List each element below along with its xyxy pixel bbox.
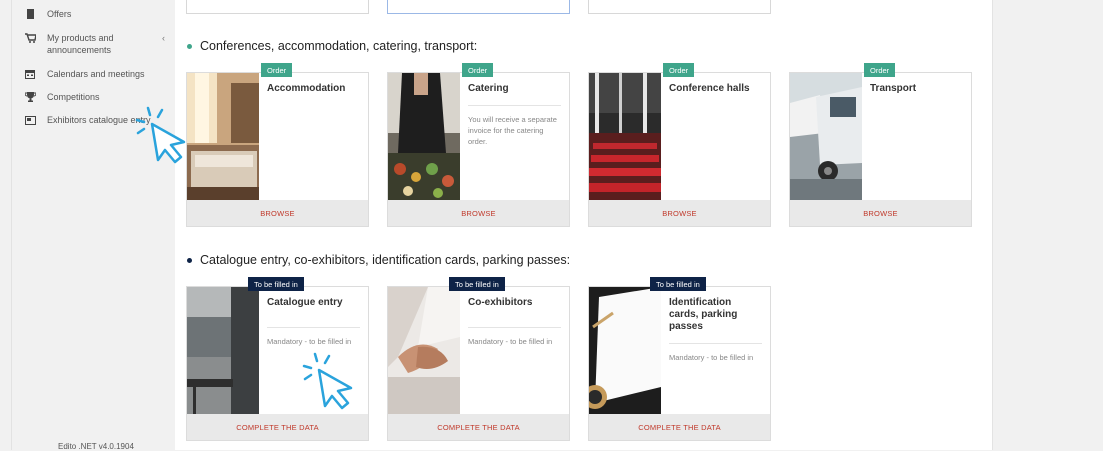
card-conference-halls[interactable]: Order Conference halls BROWSE	[588, 63, 771, 227]
card-title: Accommodation	[267, 83, 346, 94]
right-panel	[992, 0, 1103, 450]
card-catering[interactable]: Order Catering You will receive a separa…	[387, 63, 570, 227]
card-title: Conference halls	[669, 83, 750, 94]
vans-photo	[790, 73, 862, 201]
card-divider	[468, 105, 561, 106]
card-description: Mandatory - to be filled in	[669, 353, 754, 362]
card-transport[interactable]: Order Transport BROWSE	[789, 63, 972, 227]
sidebar-item-label: My products and announcements	[47, 33, 114, 55]
pointer-click-icon	[302, 352, 353, 410]
calendar-icon	[24, 68, 36, 80]
trophy-icon	[24, 91, 36, 103]
card-info: Catering You will receive a separate inv…	[468, 83, 561, 147]
card-info: Conference halls	[669, 83, 762, 95]
card-co-exhibitors[interactable]: To be filled in Co-exhibitors Mandatory …	[387, 277, 570, 441]
section-title-services: Conferences, accommodation, catering, tr…	[187, 39, 477, 53]
card-title: Identification cards, parking passes	[669, 297, 738, 332]
office-photo	[187, 287, 259, 415]
pointer-click-icon	[135, 106, 186, 164]
card-info: Accommodation	[267, 83, 360, 95]
section-title-catalogue: Catalogue entry, co-exhibitors, identifi…	[187, 253, 570, 267]
sidebar-item-my-products[interactable]: My products and announcements ‹	[24, 32, 165, 56]
card-accommodation[interactable]: Order Accommodation BROWSE	[186, 63, 369, 227]
order-tag: Order	[462, 63, 494, 77]
card-info: Transport	[870, 83, 963, 95]
card-divider	[669, 343, 762, 344]
browse-button[interactable]: BROWSE	[388, 200, 569, 226]
to-be-filled-tag: To be filled in	[248, 277, 304, 291]
card-stub	[588, 0, 771, 14]
complete-data-button[interactable]: COMPLETE THE DATA	[388, 414, 569, 440]
card-description: Mandatory - to be filled in	[267, 337, 352, 346]
card-title: Co-exhibitors	[468, 297, 533, 308]
sidebar-item-label: Calendars and meetings	[47, 69, 145, 79]
bullet-icon	[187, 257, 192, 263]
card-title: Catalogue entry	[267, 297, 343, 308]
browse-button[interactable]: BROWSE	[589, 200, 770, 226]
catalogue-icon	[24, 114, 36, 126]
paper-photo	[589, 287, 661, 415]
handshake-photo	[388, 287, 460, 415]
card-stub	[186, 0, 369, 14]
card-divider	[468, 327, 561, 328]
sidebar-item-calendars[interactable]: Calendars and meetings	[24, 68, 145, 80]
order-tag: Order	[261, 63, 293, 77]
browse-button[interactable]: BROWSE	[790, 200, 971, 226]
sidebar-item-label: Competitions	[47, 92, 100, 102]
conference-hall-photo	[589, 73, 661, 201]
chevron-left-icon[interactable]: ‹	[162, 32, 165, 44]
sidebar-item-label: Offers	[47, 9, 72, 19]
document-icon	[24, 8, 36, 20]
card-info: Catalogue entry Mandatory - to be filled…	[267, 297, 360, 347]
hotel-room-photo	[187, 73, 259, 201]
sidebar: Offers My products and announcements ‹ C…	[11, 0, 175, 451]
catering-photo	[388, 73, 460, 201]
sidebar-item-exhibitors-catalogue[interactable]: Exhibitors catalogue entry	[24, 114, 151, 126]
to-be-filled-tag: To be filled in	[449, 277, 505, 291]
card-stub	[387, 0, 570, 14]
browse-button[interactable]: BROWSE	[187, 200, 368, 226]
sidebar-item-competitions[interactable]: Competitions	[24, 91, 100, 103]
card-description: You will receive a separate invoice for …	[468, 115, 557, 146]
card-description: Mandatory - to be filled in	[468, 337, 553, 346]
complete-data-button[interactable]: COMPLETE THE DATA	[589, 414, 770, 440]
card-identification-cards[interactable]: To be filled in Identification cards, pa…	[588, 277, 771, 441]
card-info: Co-exhibitors Mandatory - to be filled i…	[468, 297, 561, 347]
card-info: Identification cards, parking passes Man…	[669, 297, 762, 363]
order-tag: Order	[864, 63, 896, 77]
complete-data-button[interactable]: COMPLETE THE DATA	[187, 414, 368, 440]
main-content: Conferences, accommodation, catering, tr…	[175, 0, 992, 450]
to-be-filled-tag: To be filled in	[650, 277, 706, 291]
order-tag: Order	[663, 63, 695, 77]
card-title: Transport	[870, 83, 917, 94]
card-title: Catering	[468, 83, 509, 94]
bullet-icon	[187, 43, 192, 49]
cart-icon	[24, 32, 36, 44]
sidebar-item-offers[interactable]: Offers	[24, 8, 71, 20]
card-divider	[267, 327, 360, 328]
